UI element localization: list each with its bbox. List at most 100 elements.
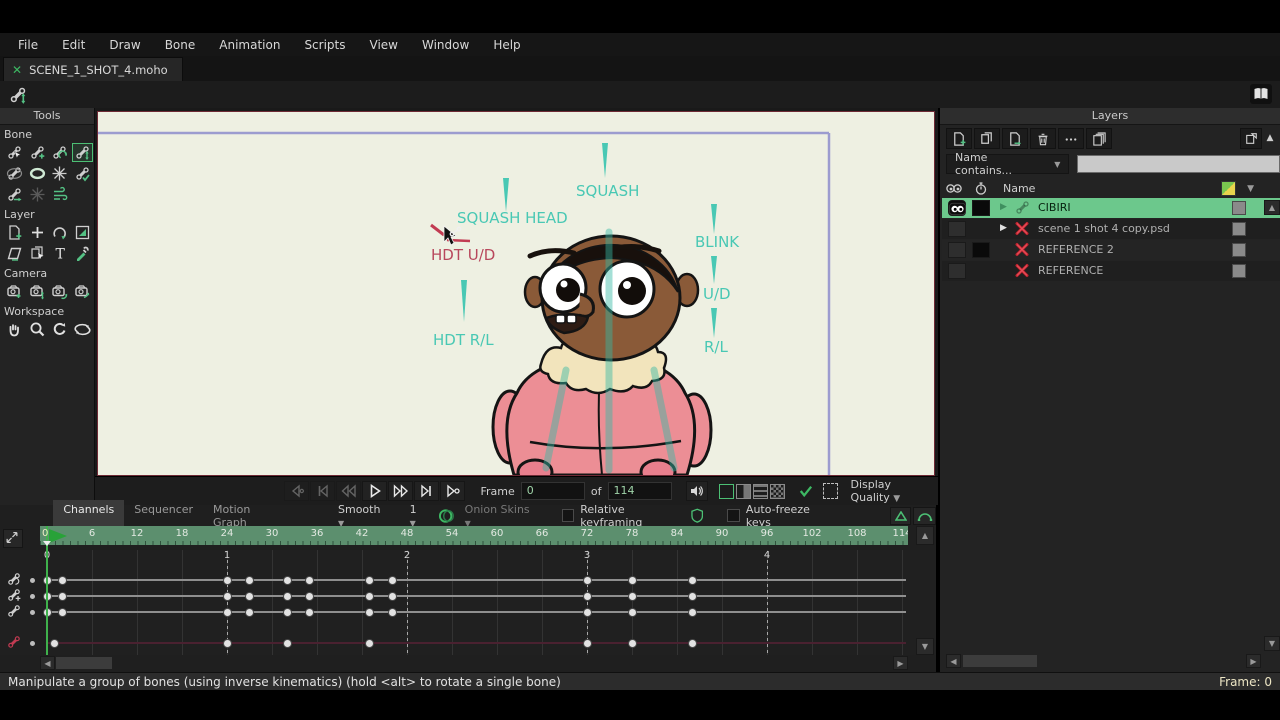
playhead-flag[interactable] [49, 529, 67, 543]
layer-filter-dropdown[interactable]: Name contains... ▼ [946, 151, 1070, 177]
layer-row[interactable]: ▶ scene 1 shot 4 copy.psd [942, 219, 1280, 239]
timeline-hscroll-left-button[interactable]: ◀ [40, 656, 55, 670]
keyframe-dot[interactable] [305, 575, 314, 585]
bone-selection-channel-icon[interactable] [6, 634, 22, 654]
keyframe-dot[interactable] [582, 607, 592, 617]
layer-filter-input[interactable] [1077, 155, 1280, 173]
transform-layer-tool-button[interactable] [4, 223, 25, 242]
step-forward-button[interactable] [388, 481, 414, 501]
keyframe-dot[interactable] [222, 607, 232, 617]
keyframe-dot[interactable] [282, 638, 292, 648]
keyframe-dot[interactable] [245, 591, 254, 601]
layer-color-swatch[interactable] [1232, 243, 1246, 257]
layer-row[interactable]: REFERENCE 2 [942, 240, 1280, 260]
pan-camera-tool-button[interactable] [72, 282, 93, 301]
keyframe-dot[interactable] [582, 638, 592, 648]
total-frames-input[interactable]: 114 [607, 482, 672, 500]
rl-control-bone[interactable] [711, 308, 717, 338]
keyframe-dot[interactable] [582, 575, 592, 585]
bind-layer-tool-button[interactable] [72, 164, 93, 183]
layers-scroll-up-button[interactable]: ▲ [1264, 200, 1280, 215]
keyframe-dot[interactable] [687, 591, 697, 601]
add-keyframe-button[interactable] [889, 506, 912, 525]
keyframe-dot[interactable] [387, 607, 397, 617]
layer-visibility-toggle[interactable] [948, 221, 966, 237]
pan-workspace-tool-button[interactable] [4, 320, 25, 339]
keyframe-dot[interactable] [365, 638, 374, 648]
offset-bone-tool-button[interactable] [4, 185, 25, 204]
keyframe-dot[interactable] [365, 607, 374, 617]
menu-bone[interactable]: Bone [153, 36, 208, 54]
layer-stack-button[interactable] [1086, 128, 1112, 149]
timeline-expand-button[interactable] [3, 529, 23, 548]
document-tab[interactable]: ✕ SCENE_1_SHOT_4.moho [3, 57, 183, 81]
keyframe-dot[interactable] [387, 575, 397, 585]
layer-visibility-toggle[interactable] [948, 263, 966, 279]
keyframe-dot[interactable] [627, 591, 637, 601]
keyframe-dot[interactable] [282, 575, 292, 585]
keyframe-dot[interactable] [222, 638, 232, 648]
squash-head-control-bone[interactable] [503, 178, 509, 212]
last-frame-button[interactable] [414, 481, 440, 501]
keyframe-dot[interactable] [627, 638, 637, 648]
keyframe-dot[interactable] [57, 607, 67, 617]
play-button[interactable] [362, 481, 388, 501]
onion-skin-icon[interactable] [438, 508, 455, 524]
color-swatch-header-icon[interactable] [1221, 181, 1236, 196]
cycle-keyframe-button[interactable] [913, 506, 936, 525]
layer-color-swatch[interactable] [1232, 264, 1246, 278]
squash-control-bone[interactable] [602, 143, 608, 178]
step-back-button[interactable] [336, 481, 362, 501]
zoom-workspace-tool-button[interactable] [27, 320, 48, 339]
flip-layer-tool-button[interactable] [72, 223, 93, 242]
layer-row[interactable]: REFERENCE [942, 261, 1280, 281]
export-layer-button[interactable] [1002, 128, 1028, 149]
keyframe-dot[interactable] [222, 591, 232, 601]
hdt-rl-control-bone[interactable] [461, 280, 467, 322]
timeline-scroll-down-button[interactable]: ▼ [916, 638, 934, 655]
keyframe-dot[interactable] [305, 591, 314, 601]
quality-preset-3[interactable] [752, 483, 768, 499]
layer-color-swatch[interactable] [1232, 201, 1246, 215]
relative-keyframing-checkbox[interactable] [561, 509, 575, 522]
keyframe-dot[interactable] [627, 607, 637, 617]
keyframe-dot[interactable] [365, 591, 374, 601]
duplicate-layer-button[interactable] [974, 128, 1000, 149]
zoom-camera-tool-button[interactable] [27, 282, 48, 301]
keyframe-dot[interactable] [57, 591, 67, 601]
track-camera-tool-button[interactable] [4, 282, 25, 301]
layers-hscroll-right-button[interactable]: ▶ [1246, 654, 1261, 668]
timeline-ruler[interactable]: 6 12 18 24 30 36 42 48 54 60 66 72 78 84 90 96 102 108 114 [40, 526, 908, 545]
tab-close-icon[interactable]: ✕ [12, 63, 22, 77]
timeline-hscroll-thumb[interactable] [56, 657, 112, 669]
prev-keyframe-button[interactable] [284, 481, 310, 501]
step-dropdown[interactable]: 1 ▼ [410, 503, 426, 529]
keyframe-dot[interactable] [687, 607, 697, 617]
menu-animation[interactable]: Animation [207, 36, 292, 54]
layer-color-swatch[interactable] [1232, 222, 1246, 236]
onion-skins-dropdown[interactable]: Onion Skins ▼ [465, 503, 536, 529]
blink-control-bone[interactable] [711, 204, 717, 234]
keyframe-dot[interactable] [627, 575, 637, 585]
quality-preset-1[interactable] [718, 483, 734, 499]
keyframe-dot[interactable] [305, 607, 314, 617]
bone-strength-tool-button[interactable] [4, 164, 25, 183]
menu-file[interactable]: File [6, 36, 50, 54]
select-bone-tool-button[interactable] [4, 143, 25, 162]
select-layer-tool-button[interactable] [27, 244, 48, 263]
shield-icon[interactable] [691, 508, 704, 523]
layer-row[interactable]: ▶ CIBIRI [942, 198, 1280, 218]
delete-layer-button[interactable] [1030, 128, 1056, 149]
layer-expand-arrow[interactable]: ▶ [1000, 223, 1007, 233]
keyframe-dot[interactable] [387, 591, 397, 601]
menu-draw[interactable]: Draw [97, 36, 152, 54]
transform-bone-tool-button[interactable] [72, 143, 93, 162]
more-options-button[interactable] [1058, 128, 1084, 149]
collapse-panel-button[interactable]: ▲ [1262, 128, 1278, 147]
layer-animation-toggle[interactable] [972, 200, 990, 216]
layer-visibility-toggle[interactable] [948, 200, 966, 216]
ud-control-bone[interactable] [711, 256, 717, 284]
bind-points-tool-button[interactable] [50, 164, 71, 183]
sort-chevron-icon[interactable]: ▼ [1247, 184, 1254, 194]
keyframe-dot[interactable] [245, 575, 254, 585]
